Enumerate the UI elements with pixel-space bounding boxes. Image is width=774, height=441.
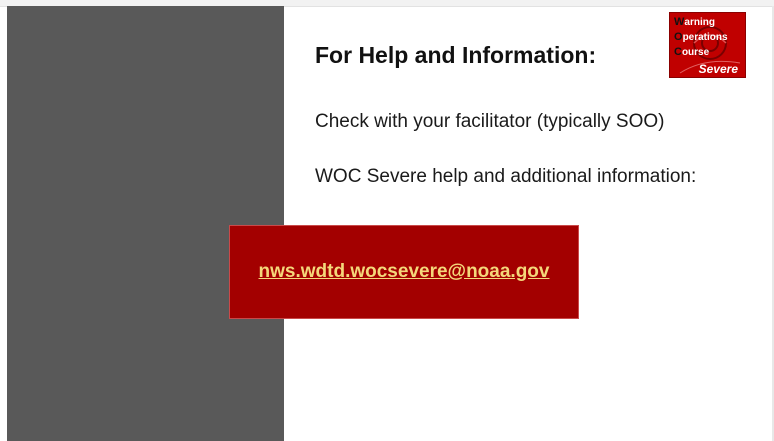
logo-word-severe: Severe [698, 62, 738, 76]
slide: For Help and Information: Check with you… [0, 0, 774, 441]
woc-severe-logo: Warning Operations Course Severe [669, 12, 746, 78]
logo-word-warning: arning [684, 17, 715, 28]
logo-word-course: ourse [681, 47, 710, 58]
logo-word-operations: perations [682, 32, 728, 43]
facilitator-text: Check with your facilitator (typically S… [315, 111, 665, 132]
email-link[interactable]: nws.wdtd.wocsevere@noaa.gov [259, 261, 550, 283]
email-box: nws.wdtd.wocsevere@noaa.gov [229, 225, 579, 319]
logo-initial-w: W [674, 16, 685, 28]
slide-title: For Help and Information: [315, 42, 597, 68]
left-gray-panel [7, 6, 284, 441]
logo-initial-c: C [674, 46, 682, 58]
help-info-text: WOC Severe help and additional informati… [315, 166, 697, 187]
logo-initial-o: O [674, 31, 683, 43]
